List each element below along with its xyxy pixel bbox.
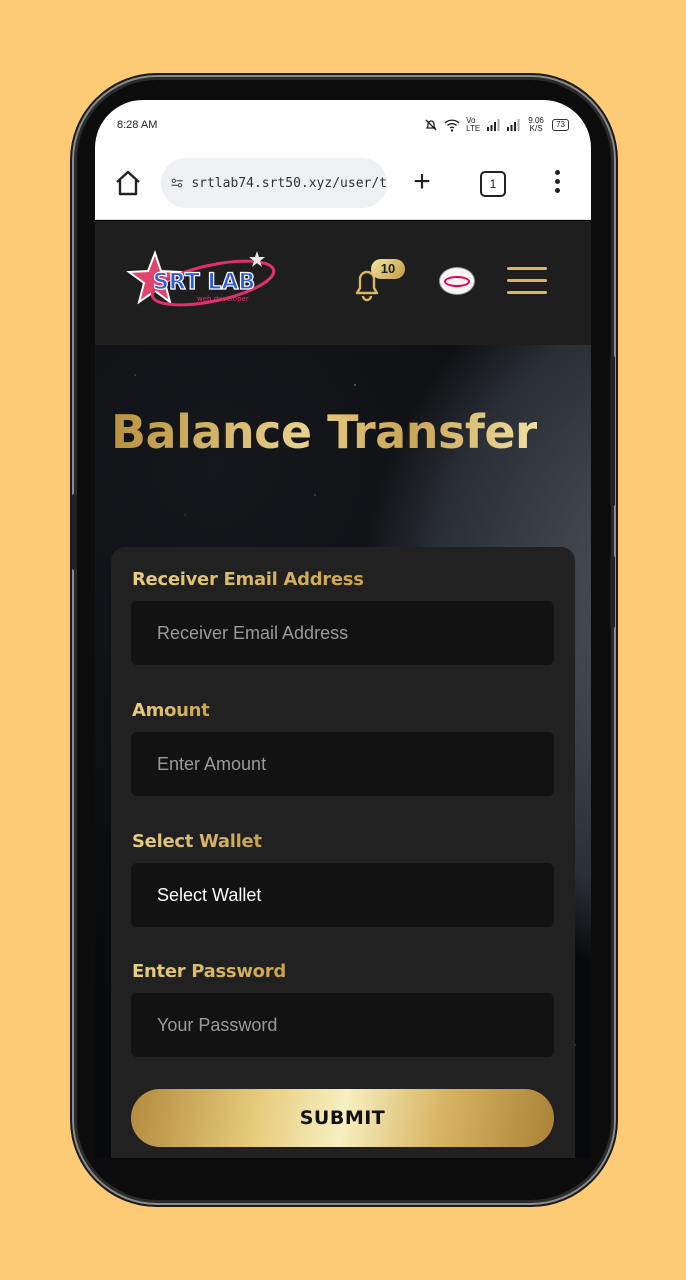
notification-count-badge: 10 bbox=[371, 259, 405, 279]
browser-menu-icon[interactable] bbox=[553, 170, 561, 198]
tab-switcher-button[interactable]: 1 bbox=[480, 171, 506, 197]
submit-button[interactable]: SUBMIT bbox=[131, 1089, 554, 1147]
logo-subtext: web developer bbox=[197, 295, 249, 303]
wallet-select-value: Select Wallet bbox=[157, 884, 262, 905]
url-text: srtlab74.srt50.xyz/user/t bbox=[191, 175, 387, 191]
address-bar[interactable]: srtlab74.srt50.xyz/user/t bbox=[161, 158, 387, 208]
wallet-select[interactable]: Select Wallet bbox=[131, 863, 554, 927]
amount-label: Amount bbox=[132, 700, 210, 721]
logo-text: SRT LAB bbox=[153, 270, 255, 295]
wifi-icon bbox=[444, 118, 460, 132]
status-time: 8:28 AM bbox=[117, 119, 158, 131]
password-label: Enter Password bbox=[132, 961, 286, 982]
signal-icon bbox=[487, 119, 500, 131]
signal-icon-2 bbox=[507, 119, 520, 131]
silent-bell-icon bbox=[425, 119, 437, 131]
balance-transfer-form: Receiver Email Address Amount Select Wal… bbox=[111, 547, 575, 1158]
site-header: SRT LAB web developer 10 bbox=[95, 221, 591, 345]
wallet-label: Select Wallet bbox=[132, 831, 262, 852]
email-input[interactable] bbox=[131, 601, 554, 665]
volume-button bbox=[72, 494, 77, 570]
email-label: Receiver Email Address bbox=[132, 569, 364, 590]
content-area: Balance Transfer Receiver Email Address … bbox=[95, 345, 591, 1158]
srt-lab-logo[interactable]: SRT LAB web developer bbox=[125, 245, 277, 317]
amount-input[interactable] bbox=[131, 732, 554, 796]
status-bar: 8:28 AM Vo LTE 9.06 K/S 73 bbox=[95, 100, 591, 150]
network-label: Vo LTE bbox=[466, 116, 481, 133]
network-speed: 9.06 K/S bbox=[528, 116, 544, 133]
side-button bbox=[610, 556, 615, 628]
browser-toolbar: srtlab74.srt50.xyz/user/t + 1 bbox=[95, 150, 591, 220]
password-input[interactable] bbox=[131, 993, 554, 1057]
battery-level: 73 bbox=[552, 119, 569, 131]
page-title: Balance Transfer bbox=[111, 405, 538, 459]
status-icons: Vo LTE 9.06 K/S 73 bbox=[424, 117, 569, 133]
power-button bbox=[610, 356, 615, 506]
home-icon[interactable] bbox=[113, 168, 143, 198]
new-tab-button[interactable]: + bbox=[409, 167, 435, 197]
hamburger-menu-icon[interactable] bbox=[507, 267, 547, 297]
user-avatar[interactable] bbox=[439, 267, 475, 295]
avatar-logo-ring bbox=[444, 275, 470, 287]
site-settings-icon[interactable] bbox=[171, 174, 183, 192]
phone-screen: 8:28 AM Vo LTE 9.06 K/S 73 srtlab74.srt5… bbox=[95, 100, 591, 1158]
